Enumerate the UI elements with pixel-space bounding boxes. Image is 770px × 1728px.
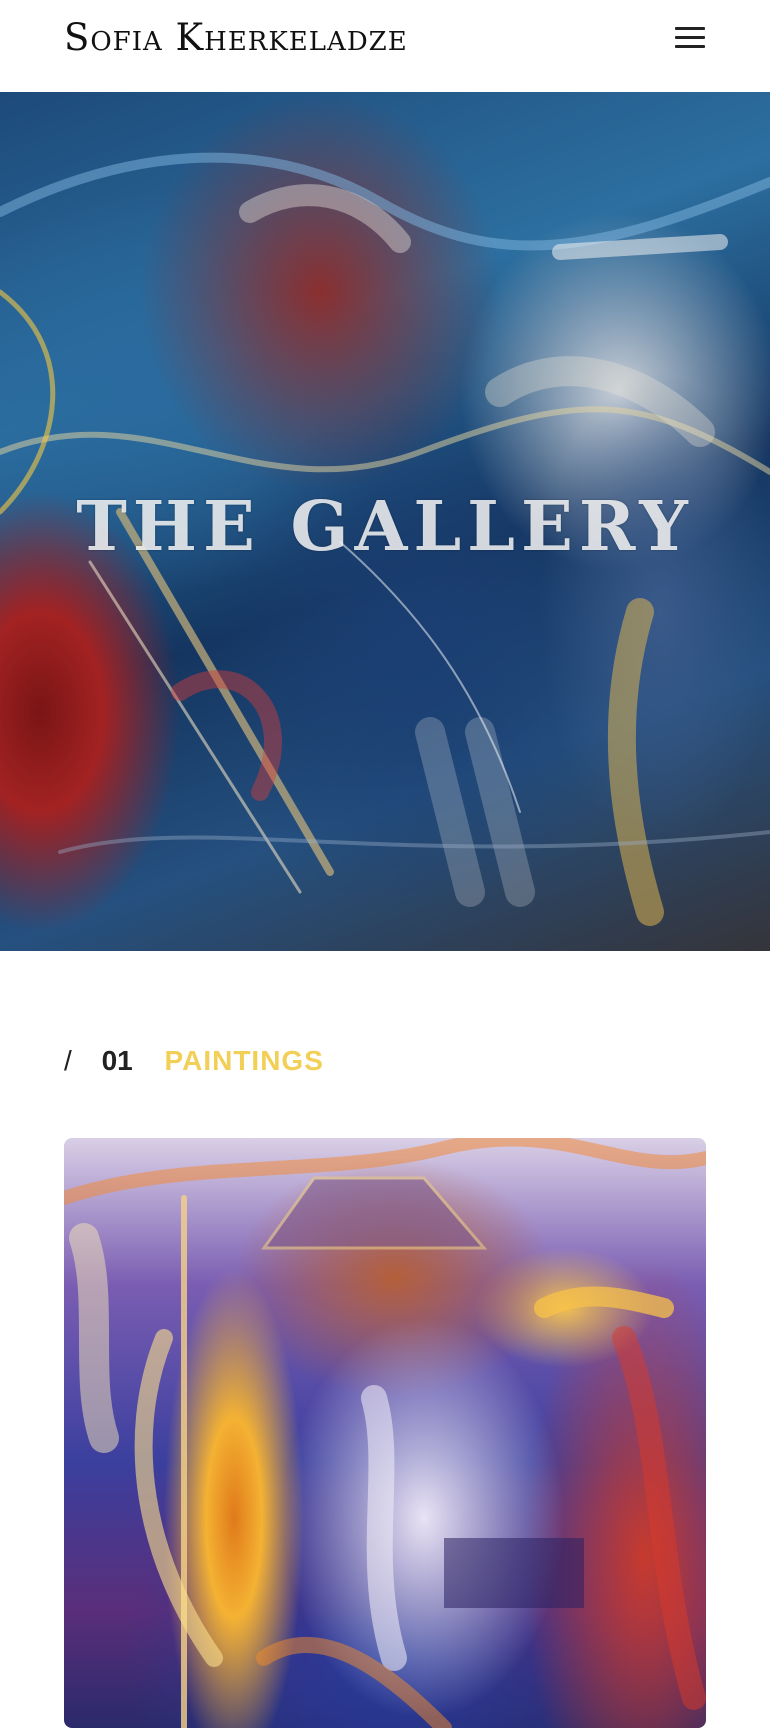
hero-banner: THE GALLERY bbox=[0, 92, 770, 951]
section-label[interactable]: PAINTINGS bbox=[165, 1045, 324, 1076]
section-heading: / 01 PAINTINGS bbox=[64, 1045, 324, 1085]
section-slash: / bbox=[64, 1045, 72, 1076]
gallery-item-painting[interactable] bbox=[64, 1138, 706, 1728]
hamburger-menu-icon[interactable] bbox=[672, 22, 708, 54]
jazz-musicians-painting bbox=[64, 1138, 706, 1728]
section-number: 01 bbox=[101, 1045, 133, 1076]
site-title[interactable]: Sofia Kherkeladze bbox=[64, 10, 408, 66]
site-header: Sofia Kherkeladze bbox=[0, 0, 770, 92]
hero-title: THE GALLERY bbox=[76, 487, 694, 567]
